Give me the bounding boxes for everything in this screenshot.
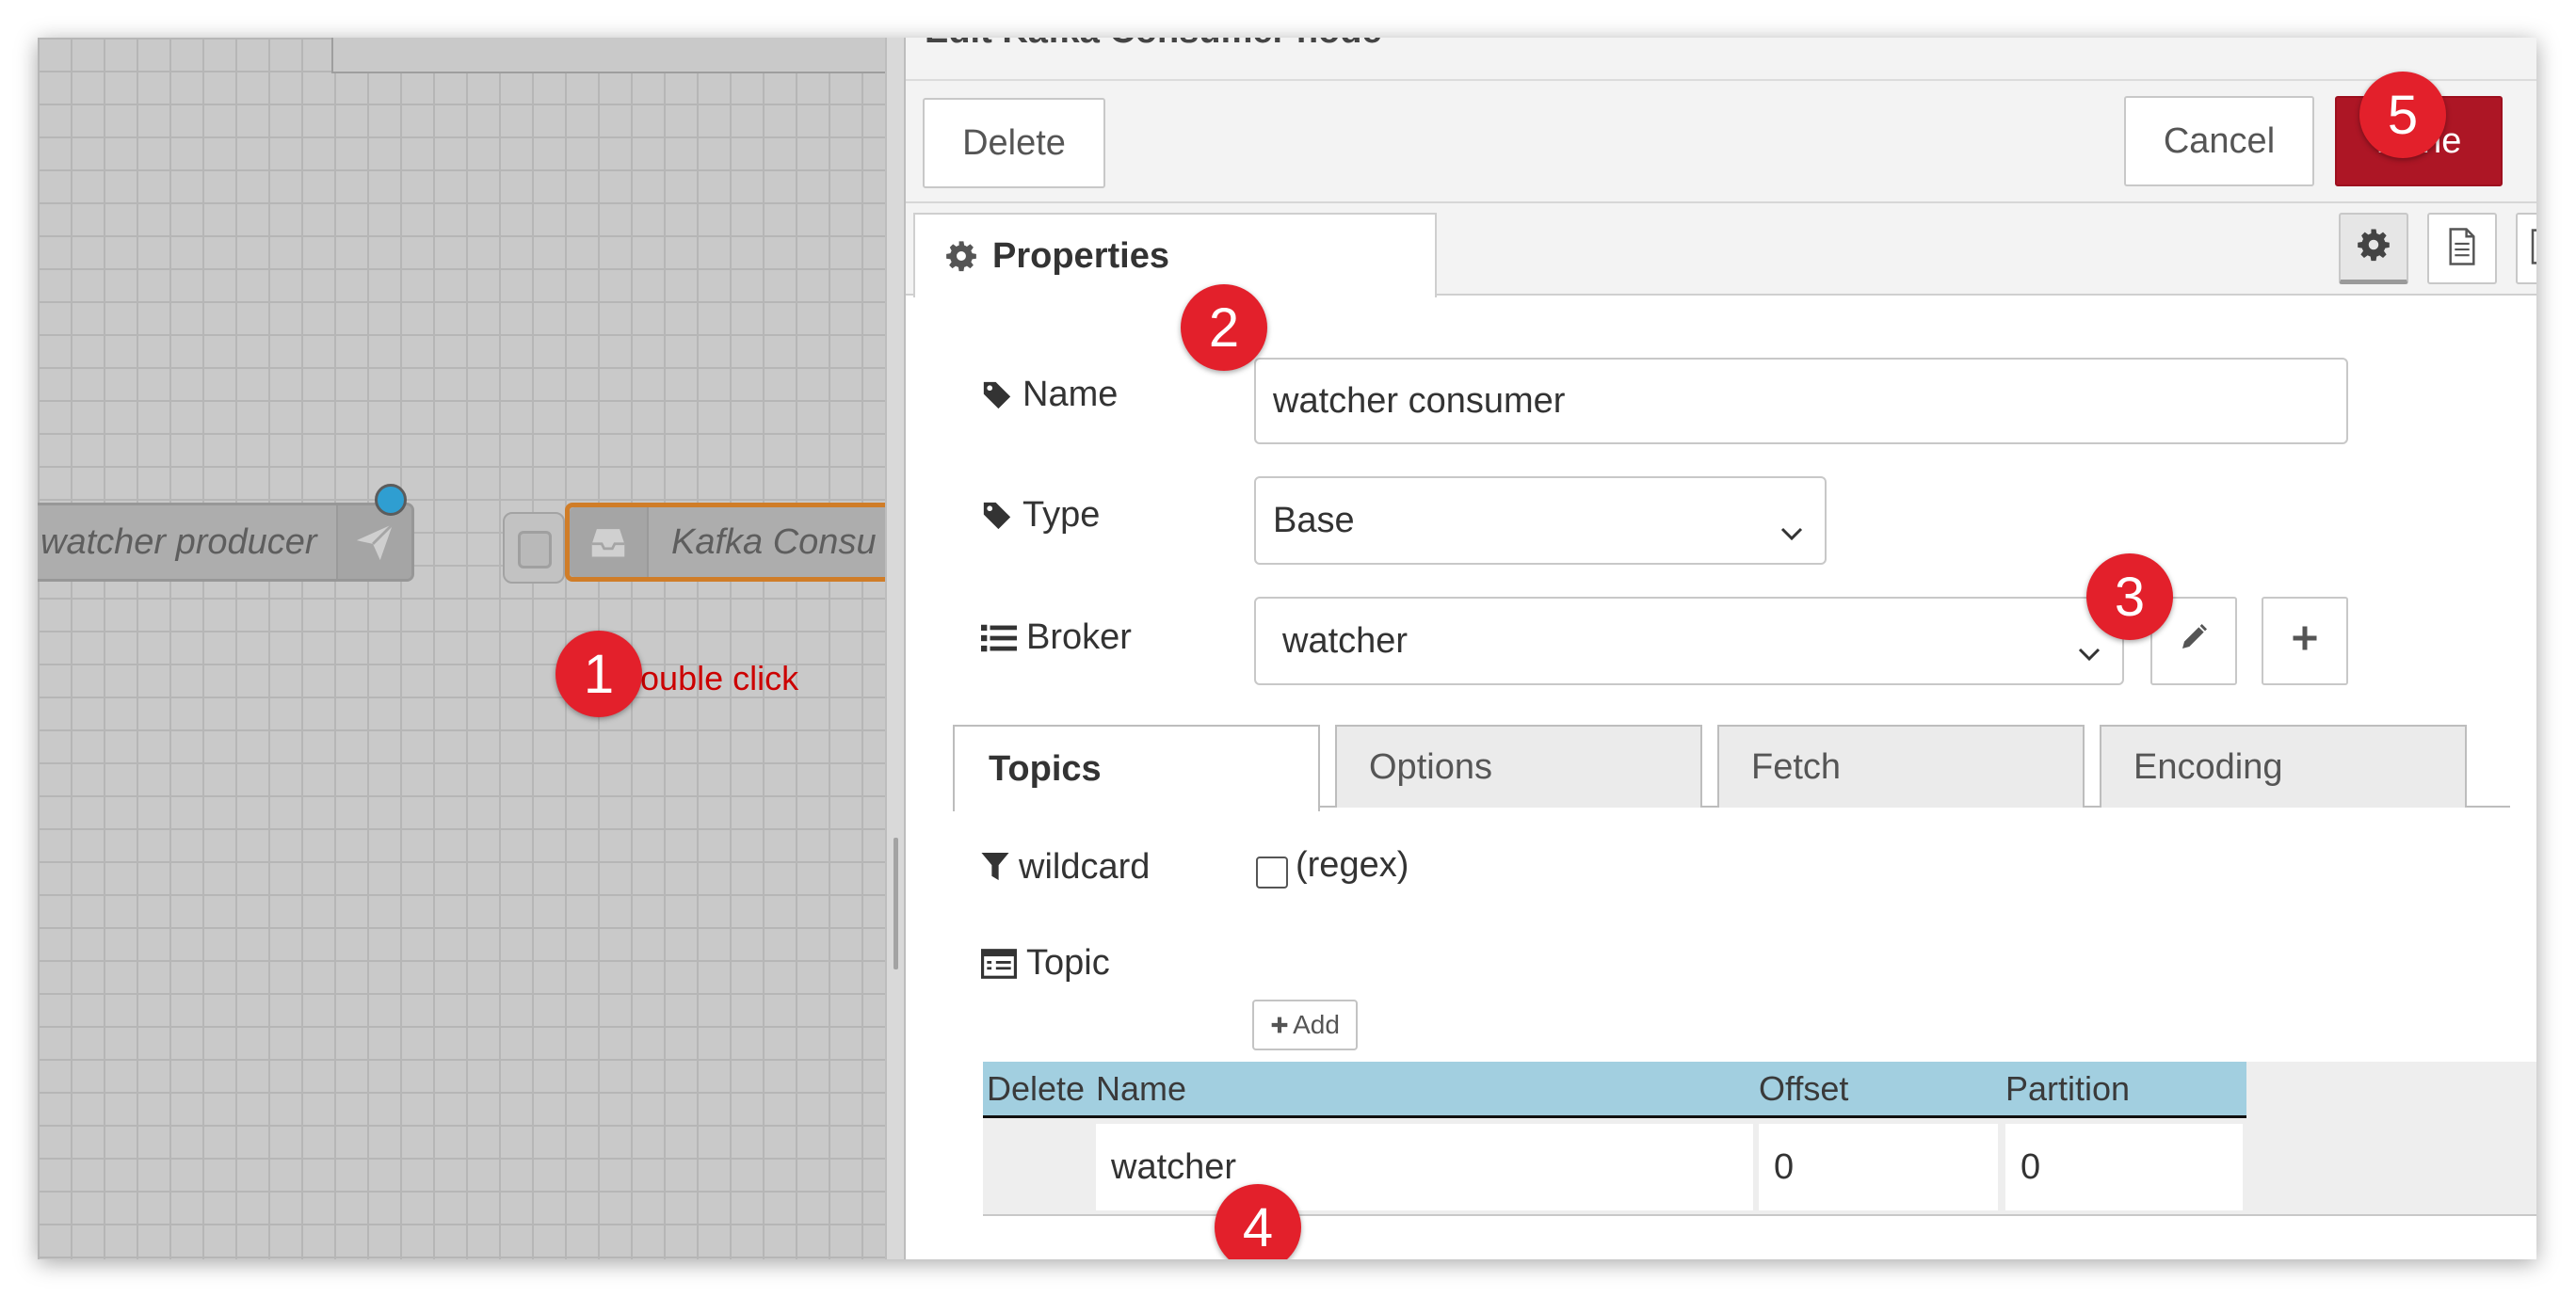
annotation-badge-3: 3 [2086, 553, 2173, 640]
tray-header: Edit Kafka Consumer node Delete Cancel D… [906, 38, 2536, 203]
column-header-partition: Partition [2005, 1069, 2131, 1108]
table-icon [981, 948, 1017, 979]
consumer-node-label: Kafka Consu [671, 521, 877, 562]
tray-title: Edit Kafka Consumer node [925, 38, 1382, 52]
topic-name-cell[interactable]: watcher [1096, 1124, 1753, 1210]
splitter-grip[interactable] [894, 838, 898, 969]
tag-icon [981, 500, 1013, 532]
add-topic-button[interactable]: Add [1252, 1000, 1358, 1050]
topics-table: Delete Name Offset Partition watcher 0 0 [983, 1062, 2536, 1216]
tab-fetch[interactable]: Fetch [1717, 725, 2085, 808]
column-header-name: Name [1096, 1069, 1187, 1108]
wildcard-label-text: wildcard [1019, 847, 1151, 887]
type-select[interactable]: Base [1254, 476, 1827, 565]
node-editor-tray: Edit Kafka Consumer node Delete Cancel D… [906, 38, 2536, 1259]
document-icon [2447, 227, 2477, 270]
regex-label: (regex) [1296, 845, 1409, 885]
config-tab-bar: Topics Options Fetch Encoding [953, 725, 2510, 811]
broker-label-text: Broker [1026, 617, 1132, 657]
name-label-text: Name [1022, 375, 1119, 414]
gear-icon [2357, 228, 2391, 266]
topic-label-text: Topic [1026, 943, 1110, 983]
tab-properties-label: Properties [992, 235, 1169, 276]
flow-workspace[interactable]: watcher producer Kafka Consu double clic… [38, 38, 887, 1259]
settings-tab-button[interactable] [2339, 213, 2408, 284]
appearance-tab-button[interactable] [2516, 213, 2536, 284]
plus-icon [2291, 621, 2319, 662]
column-header-offset: Offset [1759, 1069, 1849, 1108]
pencil-icon [2179, 621, 2209, 662]
chevron-down-icon [2077, 632, 2101, 672]
name-input[interactable]: watcher consumer [1254, 358, 2348, 444]
plus-icon [1270, 1016, 1289, 1034]
annotation-badge-1: 1 [555, 631, 642, 717]
tab-options[interactable]: Options [1335, 725, 1702, 808]
wildcard-label: wildcard [981, 847, 1150, 888]
broker-select-value: watcher [1282, 620, 1409, 661]
title-divider [906, 79, 2536, 81]
tab-topics[interactable]: Topics [953, 725, 1320, 811]
filter-icon [981, 852, 1009, 883]
name-label: Name [981, 375, 1118, 415]
app-window: watcher producer Kafka Consu double clic… [38, 38, 2536, 1259]
chevron-down-icon [1779, 511, 1804, 552]
output-port[interactable] [375, 484, 407, 516]
annotation-badge-5: 5 [2359, 72, 2446, 158]
panel-splitter[interactable] [885, 38, 906, 1259]
type-label-text: Type [1022, 495, 1101, 535]
type-select-value: Base [1273, 500, 1355, 540]
tag-icon [981, 379, 1013, 411]
producer-node-label: watcher producer [40, 521, 317, 562]
topic-partition-cell[interactable]: 0 [2005, 1124, 2243, 1210]
table-header: Delete Name Offset Partition [983, 1062, 2246, 1118]
broker-label: Broker [981, 617, 1132, 658]
inbox-icon [570, 507, 649, 577]
gear-icon [945, 240, 977, 272]
add-topic-label: Add [1293, 1010, 1340, 1039]
node-input-port[interactable] [503, 512, 565, 584]
frame-icon [2531, 228, 2536, 269]
double-click-hint: double click [621, 659, 799, 697]
cancel-button[interactable]: Cancel [2124, 96, 2314, 186]
add-broker-button[interactable] [2262, 597, 2348, 685]
topic-label: Topic [981, 943, 1110, 984]
list-icon [981, 623, 1017, 653]
producer-node[interactable]: watcher producer [38, 503, 414, 582]
column-header-delete: Delete [987, 1069, 1086, 1108]
tab-properties[interactable]: Properties [913, 213, 1437, 297]
kafka-consumer-node[interactable]: Kafka Consu [565, 503, 887, 582]
delete-button[interactable]: Delete [923, 98, 1105, 188]
paper-plane-icon [336, 505, 411, 579]
type-label: Type [981, 495, 1100, 536]
broker-select[interactable]: watcher [1254, 597, 2124, 685]
description-tab-button[interactable] [2427, 213, 2497, 284]
wildcard-checkbox[interactable] [1256, 857, 1288, 889]
annotation-badge-2: 2 [1181, 284, 1267, 371]
tab-encoding[interactable]: Encoding [2100, 725, 2467, 808]
topic-offset-cell[interactable]: 0 [1759, 1124, 1998, 1210]
workspace-node-shape [331, 38, 887, 73]
editor-tab-bar: Properties [906, 203, 2536, 297]
